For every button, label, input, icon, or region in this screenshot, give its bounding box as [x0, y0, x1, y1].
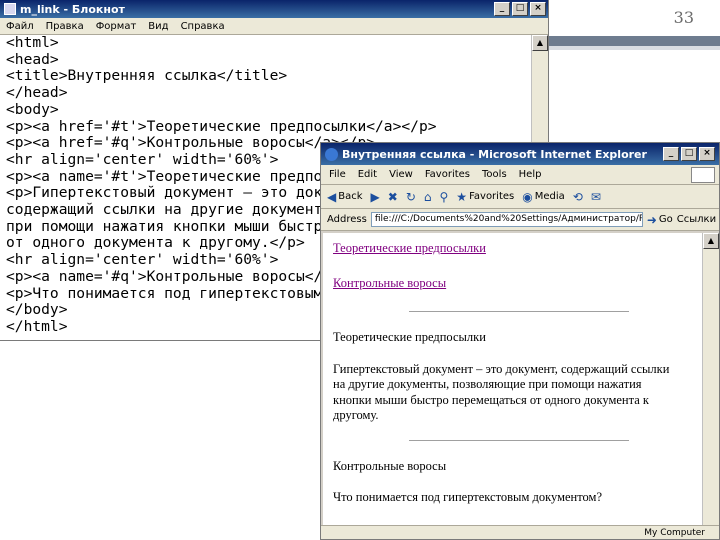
ie-toolbar: ◀ Back ▶ ✖ ↻ ⌂ ⚲ ★ Favorites ◉ Media ⟲ ✉: [321, 185, 719, 209]
refresh-icon[interactable]: ↻: [406, 190, 416, 204]
media-button[interactable]: ◉ Media: [522, 190, 565, 204]
notepad-title-bar[interactable]: m_link - Блокнот _ □ ×: [0, 0, 548, 18]
stop-icon[interactable]: ✖: [388, 190, 398, 204]
slide-header-band-light: [548, 46, 720, 50]
ie-page-content: Теоретические предпосылки Контрольные во…: [323, 233, 703, 525]
go-arrow-icon: ➜: [646, 212, 657, 227]
ie-title-bar[interactable]: Внутренняя ссылка - Microsoft Internet E…: [321, 143, 719, 165]
windows-flag-icon: [691, 166, 715, 183]
menu-format[interactable]: Формат: [96, 21, 137, 32]
ie-menu-file[interactable]: File: [329, 169, 346, 180]
link-theory[interactable]: Теоретические предпосылки: [333, 241, 703, 256]
favorites-button[interactable]: ★ Favorites: [456, 190, 514, 204]
question-text: Что понимается под гипертекстовым докуме…: [333, 490, 602, 504]
forward-arrow-icon[interactable]: ▶: [371, 190, 380, 204]
notepad-title: m_link - Блокнот: [20, 2, 125, 16]
scroll-up-icon[interactable]: ▲: [703, 233, 719, 249]
mail-icon[interactable]: ✉: [591, 190, 601, 204]
ie-title: Внутренняя ссылка - Microsoft Internet E…: [342, 147, 647, 161]
favorites-label: Favorites: [469, 191, 515, 202]
back-button[interactable]: ◀ Back: [327, 190, 363, 204]
section-paragraph: Гипертекстовый документ – это документ, …: [333, 361, 670, 423]
minimize-icon[interactable]: _: [494, 2, 510, 16]
home-icon[interactable]: ⌂: [424, 190, 432, 204]
star-icon: ★: [456, 189, 468, 204]
ie-menu-tools[interactable]: Tools: [482, 169, 507, 180]
minimize-icon[interactable]: _: [663, 147, 679, 161]
code-line: <html>: [6, 35, 59, 51]
back-label: Back: [338, 191, 363, 202]
code-line: <body>: [6, 100, 59, 118]
go-button[interactable]: ➜ Go: [647, 213, 673, 227]
slide-header-band: [548, 36, 720, 46]
ie-address-bar: Address file:///C:/Documents%20and%20Set…: [321, 209, 719, 231]
history-icon[interactable]: ⟲: [573, 190, 583, 204]
notepad-icon: [4, 3, 16, 15]
maximize-icon[interactable]: □: [681, 147, 697, 161]
menu-edit[interactable]: Правка: [46, 21, 84, 32]
ie-icon: [325, 147, 338, 161]
menu-file[interactable]: Файл: [6, 21, 34, 32]
back-arrow-icon: ◀: [327, 189, 337, 204]
search-icon[interactable]: ⚲: [440, 190, 449, 204]
ie-scrollbar[interactable]: ▲: [702, 233, 719, 525]
section-heading-theory: Теоретические предпосылки: [333, 330, 486, 344]
ie-menu-favorites[interactable]: Favorites: [425, 169, 470, 180]
slide-page-number: 33: [673, 8, 694, 27]
maximize-icon[interactable]: □: [512, 2, 528, 16]
menu-help[interactable]: Справка: [181, 21, 225, 32]
code-line: </head>: [6, 84, 68, 102]
notepad-menu-bar: Файл Правка Формат Вид Справка: [0, 18, 548, 35]
ie-status-bar: My Computer: [321, 525, 719, 539]
code-line: <head>: [6, 50, 59, 68]
ie-menu-view[interactable]: View: [389, 169, 413, 180]
status-zone: My Computer: [644, 527, 705, 538]
media-icon: ◉: [522, 189, 533, 204]
link-questions[interactable]: Контрольные воросы: [333, 276, 703, 291]
media-label: Media: [534, 191, 565, 202]
ie-menu-bar: File Edit View Favorites Tools Help: [321, 165, 719, 185]
ie-window: Внутренняя ссылка - Microsoft Internet E…: [320, 142, 720, 540]
code-line: <title>Внутренняя ссылка</title>: [6, 67, 288, 85]
close-icon[interactable]: ×: [530, 2, 546, 16]
links-label[interactable]: Ссылки: [677, 214, 716, 225]
section-heading-questions: Контрольные воросы: [333, 458, 447, 473]
horizontal-rule: [409, 439, 629, 441]
go-label: Go: [658, 214, 673, 225]
address-input[interactable]: file:///C:/Documents%20and%20Settings/Ад…: [370, 212, 643, 227]
horizontal-rule: [409, 311, 629, 312]
ie-menu-help[interactable]: Help: [519, 169, 542, 180]
code-line: <p><a href='#t'>Теоретические предпосылк…: [6, 117, 437, 135]
ie-menu-edit[interactable]: Edit: [358, 169, 377, 180]
menu-view[interactable]: Вид: [148, 21, 168, 32]
close-icon[interactable]: ×: [699, 147, 715, 161]
address-label: Address: [327, 214, 367, 225]
scroll-up-icon[interactable]: ▲: [532, 35, 548, 51]
